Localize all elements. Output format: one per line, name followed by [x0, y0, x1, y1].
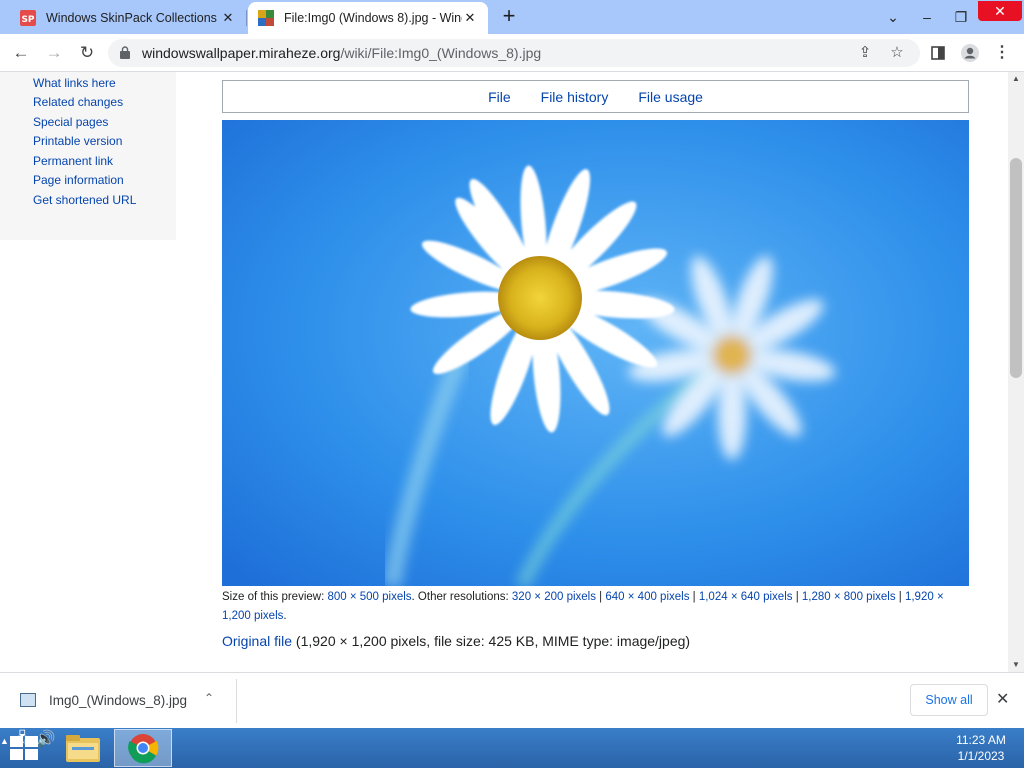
tab-close-icon[interactable]: ✕ [220, 10, 236, 26]
windows-start-icon[interactable] [10, 736, 38, 760]
chevron-up-icon[interactable]: ⌃ [204, 691, 214, 705]
profile-avatar-icon[interactable] [958, 41, 982, 65]
file-page-tabs: File File history File usage [222, 80, 969, 113]
sidebar-item-what-links-here[interactable]: What links here [33, 76, 116, 90]
tab-file-history[interactable]: File history [541, 89, 609, 105]
folder-icon [66, 735, 100, 762]
taskbar-chrome[interactable] [114, 729, 172, 767]
sidebar-item-related-changes[interactable]: Related changes [33, 95, 123, 109]
daisy-wallpaper-image [222, 120, 969, 586]
window-controls: ⌄ – ❐ ✕ [876, 0, 1024, 34]
tab-close-icon[interactable]: ✕ [462, 10, 478, 26]
chrome-icon [128, 734, 159, 764]
volume-icon[interactable]: 🔊 [36, 731, 56, 748]
separator: | [689, 591, 699, 603]
shelf-divider [236, 679, 237, 723]
sidebar-item-get-shortened-url[interactable]: Get shortened URL [33, 193, 136, 207]
resolution-link[interactable]: 1,280 × 800 pixels [802, 591, 896, 603]
side-panel-icon[interactable] [926, 41, 950, 65]
caption-prefix: Size of this preview: [222, 591, 328, 603]
window-close-icon[interactable]: ✕ [978, 1, 1022, 21]
tab-title: Windows SkinPack Collections - S [46, 11, 220, 25]
separator: | [895, 591, 905, 603]
show-all-button[interactable]: Show all [910, 684, 988, 716]
wiki-icon [258, 10, 274, 26]
restore-icon[interactable]: ❐ [944, 9, 978, 26]
download-filename[interactable]: Img0_(Windows_8).jpg [49, 693, 187, 708]
skinpack-icon: SP [20, 10, 36, 26]
tab-file-usage[interactable]: File usage [638, 89, 703, 105]
sidebar-item-printable-version[interactable]: Printable version [33, 134, 122, 148]
tab-separator [246, 10, 247, 26]
new-tab-icon[interactable]: + [497, 5, 521, 29]
page-viewport: What links here Related changes Special … [0, 72, 1008, 672]
lock-icon [120, 46, 130, 59]
scroll-down-icon[interactable]: ▼ [1008, 658, 1024, 672]
minimize-icon[interactable]: – [910, 9, 944, 25]
tab-skinpack[interactable]: SP Windows SkinPack Collections - S ✕ [10, 2, 246, 34]
url-path: /wiki/File:Img0_(Windows_8).jpg [340, 45, 542, 61]
show-hidden-icons-icon[interactable]: ▲ [0, 736, 9, 746]
image-preview[interactable] [222, 120, 969, 586]
taskbar-file-explorer[interactable] [54, 729, 112, 767]
forward-icon[interactable]: → [42, 41, 66, 65]
separator: | [595, 591, 606, 603]
browser-toolbar: ← → ↻ windowswallpaper.miraheze.org/wiki… [0, 34, 1024, 72]
resolution-link[interactable]: 320 × 200 pixels [512, 591, 596, 603]
url-domain: windowswallpaper.miraheze.org [142, 45, 341, 61]
svg-text:SP: SP [21, 15, 34, 25]
preview-size-link[interactable]: 800 × 500 pixels [327, 591, 411, 603]
sidebar-item-page-information[interactable]: Page information [33, 173, 124, 187]
tab-search-chevron-icon[interactable]: ⌄ [876, 9, 910, 26]
bookmark-star-icon[interactable]: ☆ [888, 44, 906, 62]
resolution-link[interactable]: 1,024 × 640 pixels [699, 591, 793, 603]
sidebar-item-special-pages[interactable]: Special pages [33, 115, 108, 129]
download-shelf: Img0_(Windows_8).jpg ⌃ Show all ✕ [0, 672, 1024, 728]
windows-taskbar: ▲ 🖧 🔊 11:23 AM 1/1/2023 [0, 728, 1024, 768]
clock-time: 11:23 AM [956, 733, 1006, 747]
image-file-icon [20, 693, 36, 707]
original-file-link[interactable]: Original file [222, 633, 292, 649]
menu-kebab-icon[interactable]: ⋮ [990, 41, 1014, 65]
tab-title: File:Img0 (Windows 8).jpg - Wind [284, 11, 462, 25]
separator: | [792, 591, 802, 603]
scroll-up-icon[interactable]: ▲ [1008, 72, 1024, 86]
tab-strip: SP Windows SkinPack Collections - S ✕ Fi… [0, 0, 1024, 34]
caption-suffix: . [283, 610, 287, 622]
preview-caption: Size of this preview: 800 × 500 pixels. … [222, 588, 969, 626]
original-file-line: Original file (1,920 × 1,200 pixels, fil… [222, 633, 690, 649]
reload-icon[interactable]: ↻ [75, 41, 99, 65]
sidebar-item-permanent-link[interactable]: Permanent link [33, 154, 113, 168]
original-file-details: (1,920 × 1,200 pixels, file size: 425 KB… [292, 633, 691, 649]
system-clock[interactable]: 11:23 AM 1/1/2023 [946, 732, 1016, 764]
tab-file[interactable]: File [488, 89, 511, 105]
clock-date: 1/1/2023 [957, 749, 1005, 763]
caption-middle: . Other resolutions: [411, 591, 512, 603]
url-text: windowswallpaper.miraheze.org/wiki/File:… [142, 45, 541, 61]
resolution-link[interactable]: 640 × 400 pixels [605, 591, 689, 603]
back-icon[interactable]: ← [9, 41, 33, 65]
sidebar-tools: What links here Related changes Special … [0, 72, 176, 240]
address-bar[interactable]: windowswallpaper.miraheze.org/wiki/File:… [108, 39, 920, 67]
share-icon[interactable]: ⇪ [856, 44, 874, 62]
scrollbar-thumb[interactable] [1010, 158, 1022, 378]
tab-wiki-file[interactable]: File:Img0 (Windows 8).jpg - Wind ✕ [248, 2, 488, 34]
page-scrollbar[interactable]: ▲ ▼ [1008, 72, 1024, 672]
shelf-close-icon[interactable]: ✕ [996, 689, 1009, 709]
